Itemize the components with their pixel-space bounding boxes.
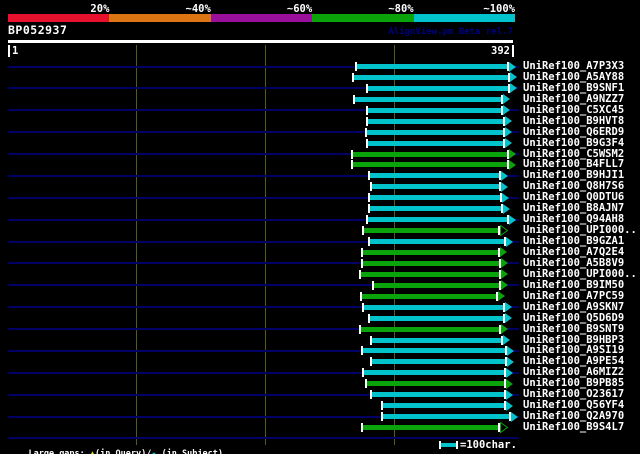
hit-bar-UniRef100_A7Q2E4[interactable] xyxy=(363,250,498,255)
hit-arrow-icon xyxy=(503,94,510,104)
hit-bar-UniRef100_C5WSM2[interactable] xyxy=(353,152,507,157)
gaps-legend-prefix: Large gaps: xyxy=(28,448,90,454)
hit-bar-UniRef100_C5XC45[interactable] xyxy=(368,108,501,113)
hit-arrow-icon xyxy=(506,379,513,389)
hit-bar-UniRef100_Q2A970[interactable] xyxy=(383,414,509,419)
hit-arrow-icon xyxy=(501,280,508,290)
unit-scale-bar xyxy=(441,443,456,447)
hit-bar-UniRef100_Q5D6D9[interactable] xyxy=(370,316,503,321)
hit-arrow-icon xyxy=(507,357,514,367)
hit-arrow-icon xyxy=(501,182,508,192)
gridline-200 xyxy=(265,45,266,445)
hit-bar-UniRef100_B9HBP3[interactable] xyxy=(372,338,501,343)
hit-arrow-icon xyxy=(503,204,510,214)
gaps-legend-subject-text: (in Subject) xyxy=(156,448,223,454)
plot-bottom-line xyxy=(8,437,519,439)
hit-bar-UniRef100_UPI000..[interactable] xyxy=(364,228,498,233)
hit-bar-UniRef100_Q56YF4[interactable] xyxy=(383,403,504,408)
hit-arrow-icon xyxy=(505,138,512,148)
hit-bar-UniRef100_Q6ERD9[interactable] xyxy=(367,130,503,135)
hit-bar-UniRef100_A6MIZ2[interactable] xyxy=(364,370,504,375)
hit-arrow-icon xyxy=(511,412,518,422)
hit-bar-UniRef100_A7P3X3[interactable] xyxy=(357,64,507,69)
hit-arrow-icon xyxy=(501,269,508,279)
hit-label-UniRef100_B9S4L7[interactable]: UniRef100_B9S4L7 xyxy=(523,422,624,433)
hit-bar-UniRef100_B8AJN7[interactable] xyxy=(370,206,501,211)
hit-bar-UniRef100_O23617[interactable] xyxy=(372,392,504,397)
hit-arrow-icon xyxy=(510,72,517,82)
hit-arrow-icon xyxy=(506,237,513,247)
hit-arrow-icon xyxy=(501,324,508,334)
hit-bar-UniRef100_B9PB85[interactable] xyxy=(367,381,504,386)
hit-arrow-icon xyxy=(509,160,516,170)
hit-bar-UniRef100_A9SKN7[interactable] xyxy=(364,305,503,310)
hit-bar-UniRef100_A5B8V9[interactable] xyxy=(363,261,499,266)
hit-arrow-icon xyxy=(503,105,510,115)
hit-bar-UniRef100_Q0DTU6[interactable] xyxy=(370,195,500,200)
unit-scale-label: =100char. xyxy=(460,439,517,451)
hit-bar-UniRef100_B9G3F4[interactable] xyxy=(368,141,503,146)
hit-bar-UniRef100_A5AY88[interactable] xyxy=(354,75,508,80)
hit-bar-UniRef100_A9NZZ7[interactable] xyxy=(355,97,501,102)
hit-arrow-icon xyxy=(505,302,512,312)
gridline-100 xyxy=(136,45,137,445)
hit-arrow-icon xyxy=(506,368,513,378)
hit-arrow-icon xyxy=(509,62,516,72)
alignview-overview: 20% ~40% ~60% ~80% ~100% BP052937 AlignView.… xyxy=(0,0,640,454)
hit-arrow-icon xyxy=(509,215,516,225)
hit-arrow-icon xyxy=(505,313,512,323)
hit-arrow-icon xyxy=(507,346,514,356)
hit-arrow-icon xyxy=(506,390,513,400)
hit-arrow-icon xyxy=(500,247,507,257)
hit-bar-UniRef100_A7PC59[interactable] xyxy=(362,294,496,299)
hit-bar-UniRef100_B9SNF1[interactable] xyxy=(368,86,508,91)
hit-arrow-icon xyxy=(502,193,509,203)
hit-arrow-icon xyxy=(501,171,508,181)
hit-bar-UniRef100_A9PE54[interactable] xyxy=(372,359,505,364)
hit-bar-UniRef100_B9HJI1[interactable] xyxy=(370,173,499,178)
hit-bar-UniRef100_B9SNT9[interactable] xyxy=(361,327,499,332)
gaps-legend-query-text: (in Query)/ xyxy=(95,448,152,454)
hit-bar-UniRef100_B9HVT8[interactable] xyxy=(368,119,503,124)
hit-arrow-icon xyxy=(503,335,510,345)
alignment-plot: UniRef100_A7P3X3 UniRef100_A5AY88 UniRef10… xyxy=(0,0,640,454)
hit-arrow-icon xyxy=(501,258,508,268)
hit-bar-UniRef100_B9GZA1[interactable] xyxy=(370,239,504,244)
hit-arrow-icon xyxy=(498,291,505,301)
hit-bar-UniRef100_B9S4L7[interactable] xyxy=(363,425,498,430)
hit-arrow-open-icon xyxy=(500,225,509,236)
unit-bar-right-tick xyxy=(456,441,458,449)
hit-bar-UniRef100_B4FLL7[interactable] xyxy=(353,162,507,167)
hit-bar-UniRef100_Q94AH8[interactable] xyxy=(368,217,507,222)
hit-arrow-icon xyxy=(509,149,516,159)
hit-arrow-icon xyxy=(506,401,513,411)
gaps-legend: Large gaps: ▲(in Query)/- (in Subject) xyxy=(8,441,223,454)
hit-arrow-icon xyxy=(505,127,512,137)
hit-bar-UniRef100_A9SI19[interactable] xyxy=(363,348,505,353)
hit-bar-UniRef100_B9IM50[interactable] xyxy=(374,283,499,288)
hit-bar-UniRef100_Q8H7S6[interactable] xyxy=(372,184,499,189)
hit-bar-UniRef100_UPI000..[interactable] xyxy=(361,272,499,277)
hit-arrow-open-icon xyxy=(500,422,509,433)
hit-arrow-icon xyxy=(505,116,512,126)
hit-arrow-icon xyxy=(510,83,517,93)
